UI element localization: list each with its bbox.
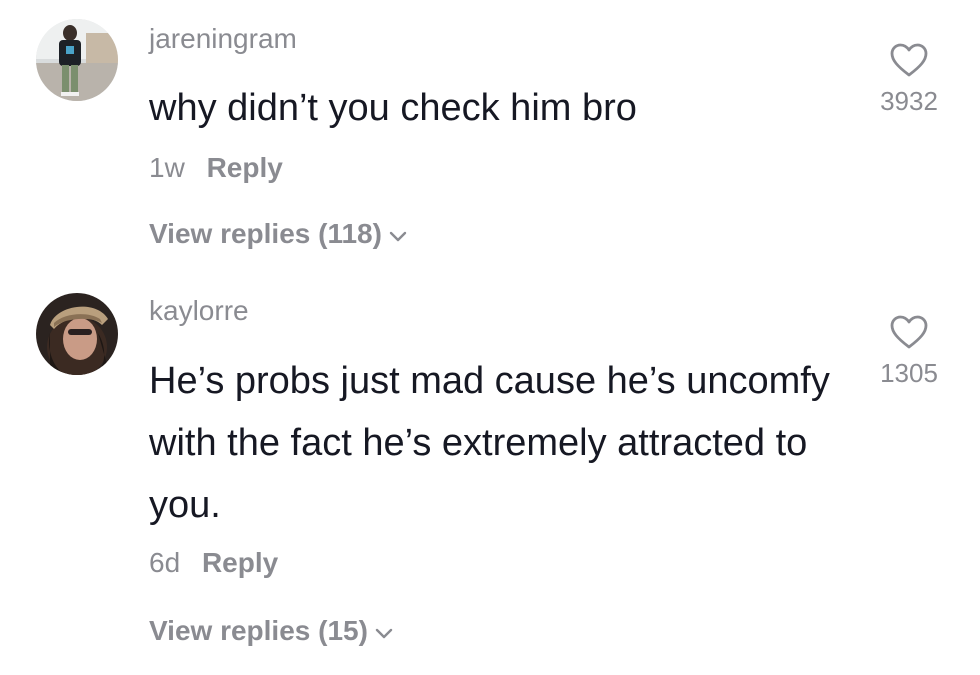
chevron-down-icon [388,229,408,243]
comment-text: He’s probs just mad cause he’s uncomfy w… [149,360,830,526]
avatar[interactable] [36,293,118,375]
comment-username[interactable]: jareningram [149,23,297,55]
heart-outline-icon[interactable] [889,42,929,78]
comment-item: kaylorre He’s probs just mad cause he’s … [0,290,980,675]
comment-age: 1w [149,152,185,183]
view-replies-label: View replies (118) [149,218,382,249]
view-replies-label: View replies (15) [149,615,368,646]
reply-button[interactable]: Reply [202,547,278,578]
avatar-image [36,19,118,101]
chevron-down-icon [374,626,394,640]
comment-age: 6d [149,547,181,578]
comment-text: why didn’t you check him bro [149,87,637,129]
like-count: 1305 [880,358,938,388]
comment-item: jareningram why didn’t you check him bro… [0,0,980,290]
reply-button[interactable]: Reply [207,152,283,183]
view-replies-button[interactable]: View replies (15) [149,615,394,647]
comment-meta: 6d Reply [149,547,278,579]
like-control: 1305 [864,314,954,389]
comment-username[interactable]: kaylorre [149,295,249,327]
like-count: 3932 [880,86,938,116]
comment-meta: 1w Reply [149,152,283,184]
avatar-image [36,293,118,375]
view-replies-button[interactable]: View replies (118) [149,218,408,250]
avatar[interactable] [36,19,118,101]
heart-outline-icon[interactable] [889,314,929,350]
like-control: 3932 [864,42,954,117]
